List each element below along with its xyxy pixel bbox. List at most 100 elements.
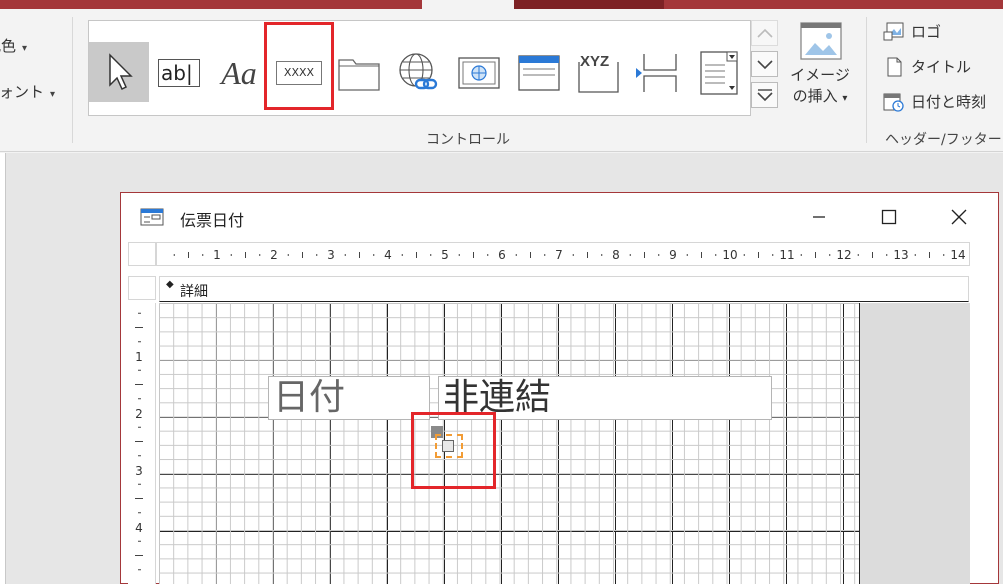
label-tool-button[interactable]: Aa xyxy=(209,43,269,103)
option-group-icon: XYZ xyxy=(578,53,619,93)
navigation-pane-edge xyxy=(0,153,6,584)
maximize-icon xyxy=(881,209,897,225)
hyperlink-globe-icon xyxy=(399,53,438,90)
horizontal-ruler[interactable]: 1 2 3 4 5 6 7 8 9 10 11 12 13 14 xyxy=(156,242,970,266)
select-tool-button[interactable] xyxy=(89,42,149,102)
more-icon xyxy=(756,89,773,102)
vertical-ruler-ticks: 1 2 3 4 xyxy=(135,312,143,571)
close-button[interactable] xyxy=(936,200,982,234)
hyperlink-tool-button[interactable] xyxy=(389,43,449,103)
navigation-tool-button[interactable] xyxy=(509,43,569,103)
grid-unused-area xyxy=(859,303,970,584)
insert-image-line2: の挿入 ▾ xyxy=(792,87,848,105)
date-label-control[interactable]: 日付 xyxy=(268,376,430,420)
form-window-title: 伝票日付 xyxy=(180,211,245,230)
chevron-down-icon xyxy=(756,60,773,70)
chevron-down-icon: ▾ xyxy=(50,89,56,100)
ruler-number: 3 xyxy=(327,248,335,262)
chevron-down-icon: ▾ xyxy=(22,43,28,54)
label-icon: Aa xyxy=(221,54,257,91)
context-tab-strip xyxy=(514,0,664,9)
ruler-number: 3 xyxy=(135,464,143,478)
logo-label: ロゴ xyxy=(911,23,942,41)
image-icon xyxy=(800,22,842,60)
ruler-number: 1 xyxy=(135,350,143,364)
textbox-tool-button[interactable]: ab| xyxy=(149,43,209,103)
gallery-scroll-up[interactable] xyxy=(751,20,778,46)
ruler-number: 14 xyxy=(950,248,965,262)
active-tab-gap xyxy=(422,0,514,9)
ruler-corner[interactable] xyxy=(128,242,156,266)
web-browser-tool-button[interactable] xyxy=(449,43,509,103)
vertical-ruler[interactable]: 1 2 3 4 xyxy=(128,303,156,584)
chevron-up-icon xyxy=(756,28,773,38)
detail-section-bar[interactable]: ◆ 詳細 xyxy=(159,276,969,302)
gallery-more-button[interactable] xyxy=(751,82,778,108)
date-time-label: 日付と時刻 xyxy=(911,93,987,111)
web-browser-icon xyxy=(458,57,500,89)
document-icon xyxy=(887,57,902,76)
minimize-button[interactable] xyxy=(796,200,842,234)
chevron-down-icon: ▾ xyxy=(842,93,848,104)
navigation-control-icon xyxy=(518,55,560,91)
highlight-button-tool xyxy=(264,22,334,110)
ruler-number: 8 xyxy=(612,248,620,262)
horizontal-ruler-ticks: 1 2 3 4 5 6 7 8 9 10 11 12 13 14 xyxy=(173,248,966,262)
textbox-icon: ab| xyxy=(158,59,200,87)
page-break-icon xyxy=(636,54,677,92)
header-footer-group-label: ヘッダー/フッター xyxy=(885,132,1002,148)
svg-text:XYZ: XYZ xyxy=(580,53,609,70)
gallery-scroll xyxy=(751,20,778,116)
ruler-number: 12 xyxy=(836,248,851,262)
detail-design-grid[interactable] xyxy=(159,303,859,584)
colors-dropdown[interactable]: 配色 ▾ xyxy=(0,35,27,56)
ruler-number: 2 xyxy=(270,248,278,262)
themes-group: 配色 ▾ フォント ▾ xyxy=(0,9,72,152)
form-window-titlebar: 伝票日付 xyxy=(121,193,998,239)
ribbon: 配色 ▾ フォント ▾ ab| Aa XXXX xyxy=(0,9,1003,152)
page-break-tool-button[interactable] xyxy=(629,43,689,103)
ruler-number: 11 xyxy=(779,248,794,262)
title-button[interactable]: タイトル xyxy=(883,56,971,77)
ruler-number: 6 xyxy=(498,248,506,262)
section-selector[interactable] xyxy=(128,276,156,300)
combo-box-tool-button[interactable] xyxy=(689,43,749,103)
ruler-number: 4 xyxy=(135,521,143,535)
ruler-number: 10 xyxy=(722,248,737,262)
ruler-number: 4 xyxy=(384,248,392,262)
title-label: タイトル xyxy=(911,58,972,76)
calendar-clock-icon xyxy=(883,93,904,112)
colors-label: 配色 xyxy=(0,37,17,55)
ruler-number: 13 xyxy=(893,248,908,262)
tab-control-tool-button[interactable] xyxy=(329,43,389,103)
date-time-button[interactable]: 日付と時刻 xyxy=(883,91,986,112)
form-icon xyxy=(140,208,164,226)
logo-icon xyxy=(883,22,904,40)
controls-group-label: コントロール xyxy=(426,132,510,148)
combo-box-icon xyxy=(700,51,738,95)
fonts-label: フォント xyxy=(0,83,45,101)
insert-image-button[interactable]: イメージ の挿入 ▾ xyxy=(784,21,856,121)
ruler-number: 1 xyxy=(213,248,221,262)
highlight-new-button-control xyxy=(411,412,496,489)
cursor-arrow-icon xyxy=(109,53,133,91)
logo-button[interactable]: ロゴ xyxy=(883,21,941,42)
group-separator xyxy=(72,17,73,143)
gallery-scroll-down[interactable] xyxy=(751,51,778,77)
section-arrow-icon: ◆ xyxy=(166,279,174,290)
tab-control-icon xyxy=(338,59,380,91)
ruler-number: 5 xyxy=(441,248,449,262)
close-icon xyxy=(951,209,967,225)
title-bar-strip xyxy=(0,0,1003,9)
detail-section-label: 詳細 xyxy=(180,284,208,300)
ruler-number: 9 xyxy=(669,248,677,262)
option-group-tool-button[interactable]: XYZ xyxy=(569,43,629,103)
fonts-dropdown[interactable]: フォント ▾ xyxy=(0,81,55,102)
group-separator xyxy=(866,17,867,143)
minimize-icon xyxy=(813,216,825,218)
ruler-number: 2 xyxy=(135,407,143,421)
controls-gallery: ab| Aa XXXX XYZ xyxy=(88,20,751,116)
insert-image-line1: イメージ xyxy=(790,66,850,84)
form-design-window: 伝票日付 1 2 3 4 5 6 7 8 9 10 11 12 13 14 ◆ 詳細 1234 日付 非 xyxy=(120,192,999,584)
maximize-button[interactable] xyxy=(866,200,912,234)
